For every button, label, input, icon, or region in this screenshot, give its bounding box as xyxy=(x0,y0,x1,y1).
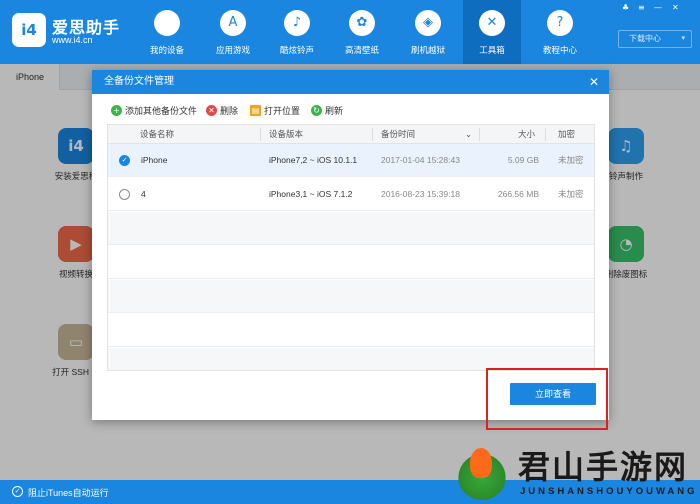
dropbox-icon: ◈ xyxy=(415,10,441,36)
nav-wallpapers[interactable]: ✿ 高清壁纸 xyxy=(333,0,391,64)
column-divider xyxy=(372,128,373,141)
add-backup-label: 添加其他备份文件 xyxy=(125,106,198,116)
nav-label: 刷机越狱 xyxy=(410,45,445,55)
close-icon[interactable]: ✕ xyxy=(589,70,599,94)
minimize-icon[interactable]: — xyxy=(654,3,662,12)
table-row-empty xyxy=(108,314,594,347)
refresh-label: 刷新 xyxy=(325,106,344,116)
open-location-label: 打开位置 xyxy=(264,106,301,116)
cell-device-version: iPhone7,2 ~ iOS 10.1.1 xyxy=(269,155,358,165)
folder-icon: ▤ xyxy=(250,105,261,116)
check-icon[interactable]: ✓ xyxy=(119,155,130,166)
nav-label: 教程中心 xyxy=(542,45,577,55)
dialog-title: 全备份文件管理 ✕ xyxy=(92,70,609,94)
menu-icon[interactable]: ≡ xyxy=(638,3,645,12)
watermark-subtitle: JUNSHANSHOUYOUWANG xyxy=(520,486,698,497)
nav-apps-games[interactable]: A 应用游戏 xyxy=(204,0,262,64)
nav-label: 高清壁纸 xyxy=(344,45,379,55)
help-icon: ? xyxy=(547,10,573,36)
dialog-title-text: 全备份文件管理 xyxy=(104,76,174,87)
cell-device-name: iPhone xyxy=(141,155,168,165)
nav-label: 我的设备 xyxy=(149,45,184,55)
download-center-label: 下载中心 xyxy=(629,34,661,43)
nav-label: 工具箱 xyxy=(479,45,505,55)
delete-label: 删除 xyxy=(220,106,239,116)
cell-backup-time: 2016-08-23 15:39:18 xyxy=(381,189,460,199)
cell-encryption: 未加密 xyxy=(558,189,584,199)
refresh-button[interactable]: ↻ 刷新 xyxy=(311,104,343,116)
column-divider xyxy=(260,128,261,141)
table-header: 设备名称 设备版本 备份时间 ⌄ 大小 加密 xyxy=(108,125,594,144)
tools-icon: ✕ xyxy=(479,10,505,36)
table-row-empty xyxy=(108,212,594,245)
column-divider xyxy=(545,128,546,141)
cell-device-version: iPhone3,1 ~ iOS 7.1.2 xyxy=(269,189,353,199)
nav-my-device[interactable]: 我的设备 xyxy=(138,0,196,64)
app-store-icon: A xyxy=(220,10,246,36)
sort-caret-icon[interactable]: ⌄ xyxy=(465,125,472,144)
watermark-title: 君山手游网 xyxy=(518,448,689,486)
radio-icon[interactable] xyxy=(119,189,130,200)
nav-toolbox[interactable]: ✕ 工具箱 xyxy=(463,0,521,64)
add-icon: + xyxy=(111,105,122,116)
i4-logo-icon: i4 xyxy=(12,13,46,47)
table-row-empty xyxy=(108,348,594,370)
open-location-button[interactable]: ▤ 打开位置 xyxy=(250,104,300,116)
table-row[interactable]: 4 iPhone3,1 ~ iOS 7.1.2 2016-08-23 15:39… xyxy=(108,178,594,211)
nav-label: 酷炫铃声 xyxy=(279,45,314,55)
col-size[interactable]: 大小 xyxy=(518,125,535,144)
backup-table: 设备名称 设备版本 备份时间 ⌄ 大小 加密 ✓ iPhone iPhone7,… xyxy=(107,124,595,371)
skin-icon[interactable]: ♣ xyxy=(622,3,629,12)
close-icon[interactable]: ✕ xyxy=(672,3,679,12)
column-divider xyxy=(479,128,480,141)
apple-icon xyxy=(154,10,180,36)
watermark: 君山手游网 JUNSHANSHOUYOUWANG xyxy=(448,440,700,504)
col-backup-time[interactable]: 备份时间 xyxy=(381,125,415,144)
cell-encryption: 未加密 xyxy=(558,155,584,165)
nav-ringtones[interactable]: ♪ 酷炫铃声 xyxy=(268,0,326,64)
nav-label: 应用游戏 xyxy=(215,45,250,55)
app-header: i4 爱思助手 www.i4.cn 我的设备 A 应用游戏 ♪ 酷炫铃声 ✿ 高… xyxy=(0,0,700,64)
flower-icon: ✿ xyxy=(349,10,375,36)
check-circle-icon[interactable]: ✓ xyxy=(12,486,23,497)
cell-size: 266.56 MB xyxy=(497,189,539,199)
nav-tutorials[interactable]: ? 教程中心 xyxy=(531,0,589,64)
chevron-down-icon: ▾ xyxy=(681,35,685,42)
nav-flash-jailbreak[interactable]: ◈ 刷机越狱 xyxy=(399,0,457,64)
flame-icon xyxy=(470,448,492,478)
cell-device-name: 4 xyxy=(141,189,146,199)
table-row-empty xyxy=(108,246,594,279)
add-backup-button[interactable]: + 添加其他备份文件 xyxy=(111,104,197,116)
annotation-highlight-box xyxy=(486,368,608,430)
cell-backup-time: 2017-01-04 15:28:43 xyxy=(381,155,460,165)
refresh-icon: ↻ xyxy=(311,105,322,116)
col-encryption[interactable]: 加密 xyxy=(558,125,575,144)
delete-button[interactable]: ✕ 删除 xyxy=(206,104,238,116)
bell-icon: ♪ xyxy=(284,10,310,36)
table-row-empty xyxy=(108,280,594,313)
brand-url: www.i4.cn xyxy=(52,35,93,45)
delete-icon: ✕ xyxy=(206,105,217,116)
table-row[interactable]: ✓ iPhone iPhone7,2 ~ iOS 10.1.1 2017-01-… xyxy=(108,144,594,177)
download-center-button[interactable]: 下载中心 ▾ xyxy=(618,30,692,48)
col-device-name[interactable]: 设备名称 xyxy=(140,125,174,144)
cell-size: 5.09 GB xyxy=(507,155,539,165)
col-device-version[interactable]: 设备版本 xyxy=(269,125,303,144)
block-itunes-label[interactable]: 阻止iTunes自动运行 xyxy=(28,486,109,499)
